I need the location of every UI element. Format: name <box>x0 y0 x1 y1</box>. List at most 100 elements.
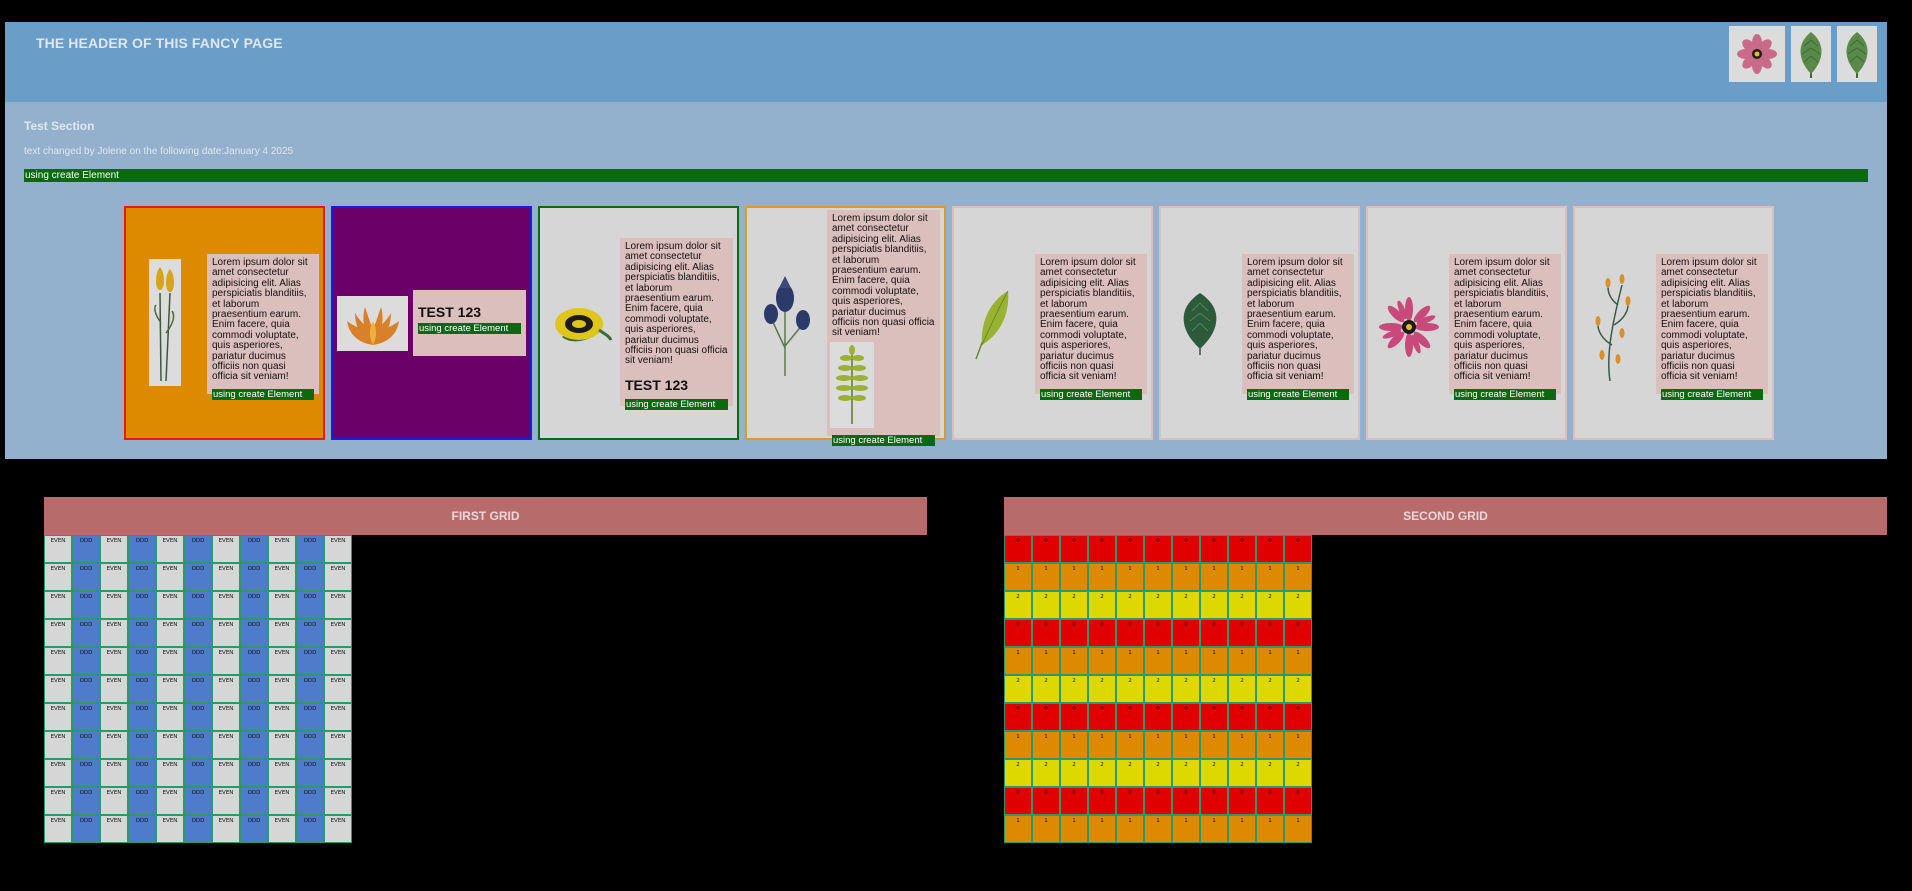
card-text: Lorem ipsum dolor sit amet consectetur a… <box>207 254 319 400</box>
grid-cell: ODD <box>296 787 324 815</box>
grid-cell: EVEN <box>212 563 240 591</box>
lorem-text: Lorem ipsum dolor sit amet consectetur a… <box>625 241 728 367</box>
grid-cell: 0 <box>1284 703 1312 731</box>
grid-cell: ODD <box>184 759 212 787</box>
grid-cell: 2 <box>1116 759 1144 787</box>
grid-cell: ODD <box>296 563 324 591</box>
grid-cell: ODD <box>72 815 100 843</box>
grid-cell: EVEN <box>156 703 184 731</box>
grid-cell: 0 <box>1032 619 1060 647</box>
grid-cell: ODD <box>72 759 100 787</box>
grid-cell: 0 <box>1172 703 1200 731</box>
grid-cell: 1 <box>1200 647 1228 675</box>
grid-cell: 1 <box>1060 563 1088 591</box>
grid-cell: ODD <box>184 815 212 843</box>
grid-cell: EVEN <box>100 731 128 759</box>
grid-cell: 1 <box>1172 647 1200 675</box>
grid-cell: 0 <box>1172 787 1200 815</box>
grid-cell: EVEN <box>268 703 296 731</box>
grid-cell: 2 <box>1200 759 1228 787</box>
grid-cell: 1 <box>1256 647 1284 675</box>
grid-cell: 1 <box>1256 731 1284 759</box>
grid-cell: 2 <box>1228 759 1256 787</box>
grid-cell: ODD <box>128 647 156 675</box>
grid-cell: ODD <box>240 787 268 815</box>
grid-cell: ODD <box>72 563 100 591</box>
grid-cell: 0 <box>1004 787 1032 815</box>
grid-cell: ODD <box>184 703 212 731</box>
grid-cell: ODD <box>296 759 324 787</box>
grid-cell: EVEN <box>44 703 72 731</box>
tulip-flowers-icon <box>149 259 181 386</box>
grid-cell: 2 <box>1228 591 1256 619</box>
grid-cell: EVEN <box>100 563 128 591</box>
lorem-text: Lorem ipsum dolor sit amet consectetur a… <box>1247 257 1343 383</box>
page-header: THE HEADER OF THIS FANCY PAGE <box>5 22 1887 102</box>
grid-cell: 2 <box>1088 759 1116 787</box>
grid-cell: 2 <box>1088 591 1116 619</box>
create-element-bar: using create Element <box>24 169 1868 182</box>
grid-cell: EVEN <box>156 815 184 843</box>
grid-cell: EVEN <box>212 815 240 843</box>
leaf-icon <box>1837 26 1877 82</box>
grid-cell: EVEN <box>268 787 296 815</box>
grid-cell: 2 <box>1144 675 1172 703</box>
flower-icon <box>1729 26 1785 82</box>
grid-cell: ODD <box>184 675 212 703</box>
grid-cell: 1 <box>1172 815 1200 843</box>
grid-cell: ODD <box>240 703 268 731</box>
grid-cell: 2 <box>1144 759 1172 787</box>
grid-cell: 0 <box>1060 787 1088 815</box>
card: Lorem ipsum dolor sit amet consectetur a… <box>1159 206 1360 440</box>
grid-cell: 0 <box>1144 619 1172 647</box>
grid-cell: ODD <box>184 647 212 675</box>
grid-cell: EVEN <box>156 535 184 563</box>
grid-cell: 1 <box>1032 815 1060 843</box>
grid-cell: EVEN <box>100 703 128 731</box>
grid-cell: EVEN <box>324 703 352 731</box>
grid-cell: EVEN <box>268 675 296 703</box>
header-icons <box>1729 26 1877 82</box>
grid-cell: 2 <box>1060 759 1088 787</box>
grid-cell: ODD <box>184 787 212 815</box>
grid-cell: 0 <box>1256 619 1284 647</box>
card-text: Lorem ipsum dolor sit amet consectetur a… <box>1035 254 1147 400</box>
lorem-text: Lorem ipsum dolor sit amet consectetur a… <box>1661 257 1757 383</box>
leaf-icon <box>1791 26 1831 82</box>
grid-cell: ODD <box>128 591 156 619</box>
grid-cell: 0 <box>1032 535 1060 563</box>
grid-cell: 0 <box>1032 703 1060 731</box>
grid-cell: 2 <box>1172 675 1200 703</box>
lorem-text: Lorem ipsum dolor sit amet consectetur a… <box>832 213 935 339</box>
card-text: Lorem ipsum dolor sit amet consectetur a… <box>827 210 940 446</box>
grid-cell: 2 <box>1116 591 1144 619</box>
grid-cell: ODD <box>128 787 156 815</box>
grid-cell: 0 <box>1060 619 1088 647</box>
grid-cell: EVEN <box>324 535 352 563</box>
card: Lorem ipsum dolor sit amet consectetur a… <box>1573 206 1774 440</box>
grid-cell: 0 <box>1116 787 1144 815</box>
grid-cell: 1 <box>1088 815 1116 843</box>
grid-cell: EVEN <box>44 815 72 843</box>
grid-cell: EVEN <box>44 787 72 815</box>
grid-cell: 2 <box>1228 675 1256 703</box>
grid-cell: EVEN <box>44 731 72 759</box>
grid-cell: 2 <box>1172 759 1200 787</box>
grid-cell: 1 <box>1004 647 1032 675</box>
grid-cell: ODD <box>72 647 100 675</box>
grid-cell: 1 <box>1228 815 1256 843</box>
grid-cell: EVEN <box>156 563 184 591</box>
grid-cell: 1 <box>1200 563 1228 591</box>
grid-cell: EVEN <box>324 759 352 787</box>
grid-cell: EVEN <box>268 759 296 787</box>
create-element-label: using create Element <box>1247 388 1349 400</box>
grid-cell: 1 <box>1116 647 1144 675</box>
grid-cell: 1 <box>1284 563 1312 591</box>
grid-cell: 0 <box>1004 535 1032 563</box>
grid-cell: ODD <box>128 619 156 647</box>
second-grid: 0000000000011111111111222222222220000000… <box>1004 535 1312 843</box>
grid-cell: EVEN <box>268 591 296 619</box>
grid-cell: 1 <box>1032 563 1060 591</box>
grid-cell: ODD <box>296 815 324 843</box>
grid-cell: 1 <box>1228 647 1256 675</box>
